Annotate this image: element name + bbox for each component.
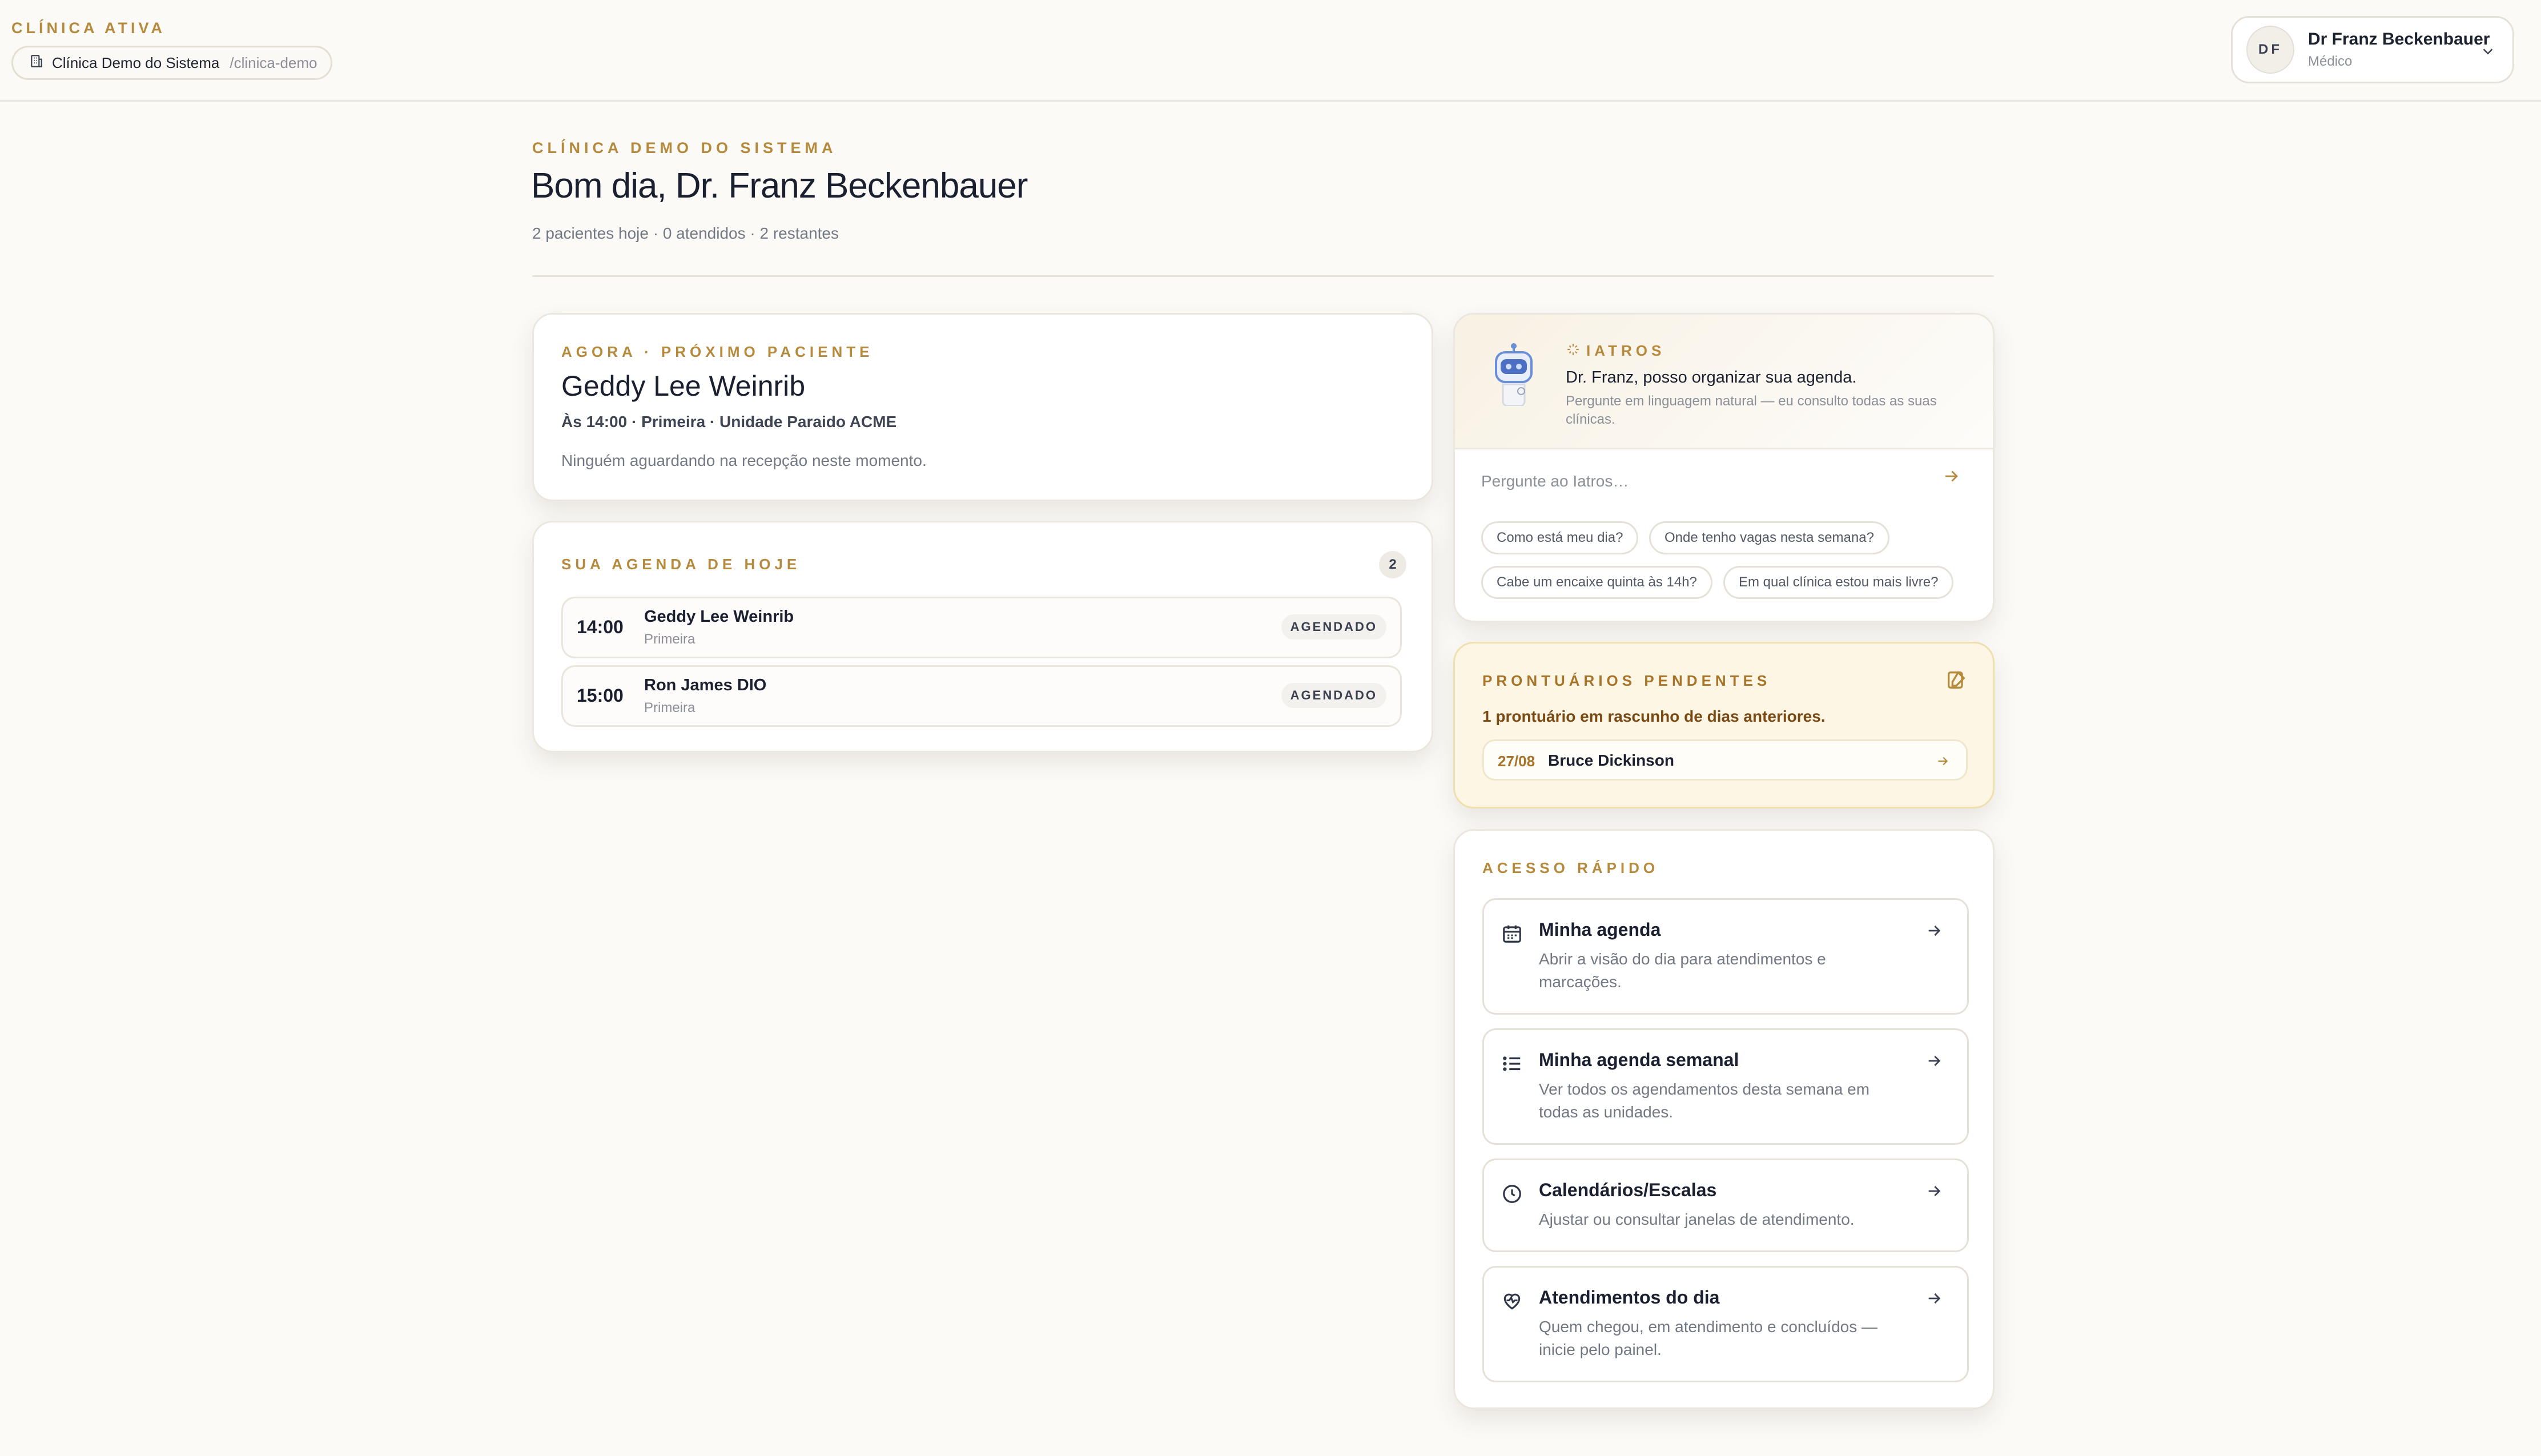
robot-icon — [1491, 343, 1536, 409]
next-patient-meta: Às 14:00 · Primeira · Unidade Paraido AC… — [561, 413, 897, 431]
quick-link-calendars[interactable]: Calendários/Escalas Ajustar ou consultar… — [1482, 1159, 1969, 1252]
agenda-label: SUA AGENDA DE HOJE — [561, 556, 801, 573]
arrow-right-icon — [1925, 1289, 1943, 1310]
pending-records-card: PRONTUÁRIOS PENDENTES 1 prontuário em ra… — [1453, 642, 1995, 809]
appointment-type: Primeira — [644, 700, 695, 715]
quick-link-desc: Abrir a visão do dia para atendimentos e… — [1539, 950, 1826, 991]
avatar: DF — [2246, 26, 2294, 74]
today-agenda-card: SUA AGENDA DE HOJE 2 14:00 Geddy Lee Wei… — [532, 521, 1433, 753]
arrow-right-icon — [1925, 1052, 1943, 1073]
iatros-title: Dr. Franz, posso organizar sua agenda. — [1566, 368, 1857, 387]
user-menu[interactable]: DF Dr Franz Beckenbauer Médico — [2231, 16, 2514, 83]
appointment-type: Primeira — [644, 632, 695, 647]
status-badge: AGENDADO — [1281, 683, 1386, 708]
suggestion-chip[interactable]: Cabe um encaixe quinta às 14h? — [1481, 566, 1712, 599]
quick-link-desc: Quem chegou, em atendimento e concluídos… — [1539, 1318, 1878, 1358]
appointment-patient: Ron James DIO — [644, 676, 767, 694]
quick-link-desc: Ver todos os agendamentos desta semana e… — [1539, 1080, 1870, 1121]
quick-link-weekly-agenda[interactable]: Minha agenda semanal Ver todos os agenda… — [1482, 1028, 1969, 1145]
send-arrow-icon[interactable] — [1941, 466, 1961, 489]
quick-link-daily-appointments[interactable]: Atendimentos do dia Quem chegou, em aten… — [1482, 1266, 1969, 1382]
appointment-row[interactable]: 14:00 Geddy Lee Weinrib Primeira AGENDAD… — [561, 597, 1402, 658]
quick-access-label: ACESSO RÁPIDO — [1482, 859, 1659, 876]
appointment-time: 14:00 — [577, 617, 624, 637]
day-summary: 2 pacientes hoje · 0 atendidos · 2 resta… — [532, 224, 839, 242]
quick-link-title: Minha agenda — [1539, 919, 1661, 940]
iatros-assistant-card: IATROS Dr. Franz, posso organizar sua ag… — [1453, 313, 1995, 622]
appointment-time: 15:00 — [577, 685, 624, 706]
page-title: Bom dia, Dr. Franz Beckenbauer — [531, 166, 1028, 206]
suggestion-chip[interactable]: Onde tenho vagas nesta semana? — [1649, 521, 1889, 554]
suggestion-chip[interactable]: Em qual clínica estou mais livre? — [1723, 566, 1954, 599]
arrow-right-icon — [1925, 1182, 1943, 1203]
appointment-patient: Geddy Lee Weinrib — [644, 608, 794, 626]
active-clinic-label: CLÍNICA ATIVA — [11, 19, 166, 37]
quick-link-desc: Ajustar ou consultar janelas de atendime… — [1539, 1210, 1855, 1228]
quick-link-title: Atendimentos do dia — [1539, 1287, 1720, 1308]
pending-record-row[interactable]: 27/08 Bruce Dickinson — [1482, 739, 1968, 781]
calendar-icon — [1501, 923, 1523, 947]
agenda-count-badge: 2 — [1379, 551, 1406, 578]
pending-label: PRONTUÁRIOS PENDENTES — [1482, 672, 1771, 689]
heart-pulse-icon — [1501, 1290, 1523, 1315]
quick-link-title: Minha agenda semanal — [1539, 1049, 1739, 1070]
reception-status: Ninguém aguardando na recepção neste mom… — [561, 452, 927, 469]
quick-link-my-agenda[interactable]: Minha agenda Abrir a visão do dia para a… — [1482, 898, 1969, 1015]
list-icon — [1501, 1053, 1523, 1077]
edit-note-icon[interactable] — [1945, 669, 1968, 694]
clinic-kicker: CLÍNICA DEMO DO SISTEMA — [532, 139, 837, 156]
user-name: Dr Franz Beckenbauer — [2308, 30, 2490, 49]
next-patient-name: Geddy Lee Weinrib — [561, 370, 806, 402]
divider — [532, 275, 1994, 277]
status-badge: AGENDADO — [1281, 614, 1386, 639]
next-patient-label: AGORA · PRÓXIMO PACIENTE — [561, 343, 874, 360]
clock-icon — [1501, 1183, 1523, 1208]
sparkle-icon — [1566, 342, 1581, 360]
building-icon — [29, 54, 44, 73]
quick-link-title: Calendários/Escalas — [1539, 1180, 1717, 1200]
suggestion-chip[interactable]: Como está meu dia? — [1481, 521, 1639, 554]
iatros-input[interactable]: Pergunte ao Iatros… — [1481, 464, 1961, 498]
pending-patient: Bruce Dickinson — [1548, 751, 1674, 769]
appointment-row[interactable]: 15:00 Ron James DIO Primeira AGENDADO — [561, 665, 1402, 727]
pending-date: 27/08 — [1498, 753, 1535, 770]
quick-access-card: ACESSO RÁPIDO Minha agenda Abrir a visão… — [1453, 829, 1995, 1409]
chevron-down-icon[interactable] — [2479, 43, 2496, 63]
top-bar: CLÍNICA ATIVA Clínica Demo do Sistema /c… — [0, 0, 2541, 102]
clinic-name: Clínica Demo do Sistema — [52, 54, 220, 71]
arrow-right-icon — [1935, 754, 1950, 771]
clinic-selector[interactable]: Clínica Demo do Sistema /clinica-demo — [11, 46, 332, 80]
user-role: Médico — [2308, 54, 2353, 69]
clinic-slug: /clinica-demo — [230, 54, 317, 71]
iatros-subtitle: Pergunte em linguagem natural — eu consu… — [1566, 393, 1937, 427]
pending-text: 1 prontuário em rascunho de dias anterio… — [1482, 707, 1826, 725]
arrow-right-icon — [1925, 922, 1943, 943]
iatros-header: IATROS Dr. Franz, posso organizar sua ag… — [1455, 315, 1993, 449]
iatros-label: IATROS — [1586, 342, 1666, 359]
next-patient-card[interactable]: AGORA · PRÓXIMO PACIENTE Geddy Lee Weinr… — [532, 313, 1433, 501]
